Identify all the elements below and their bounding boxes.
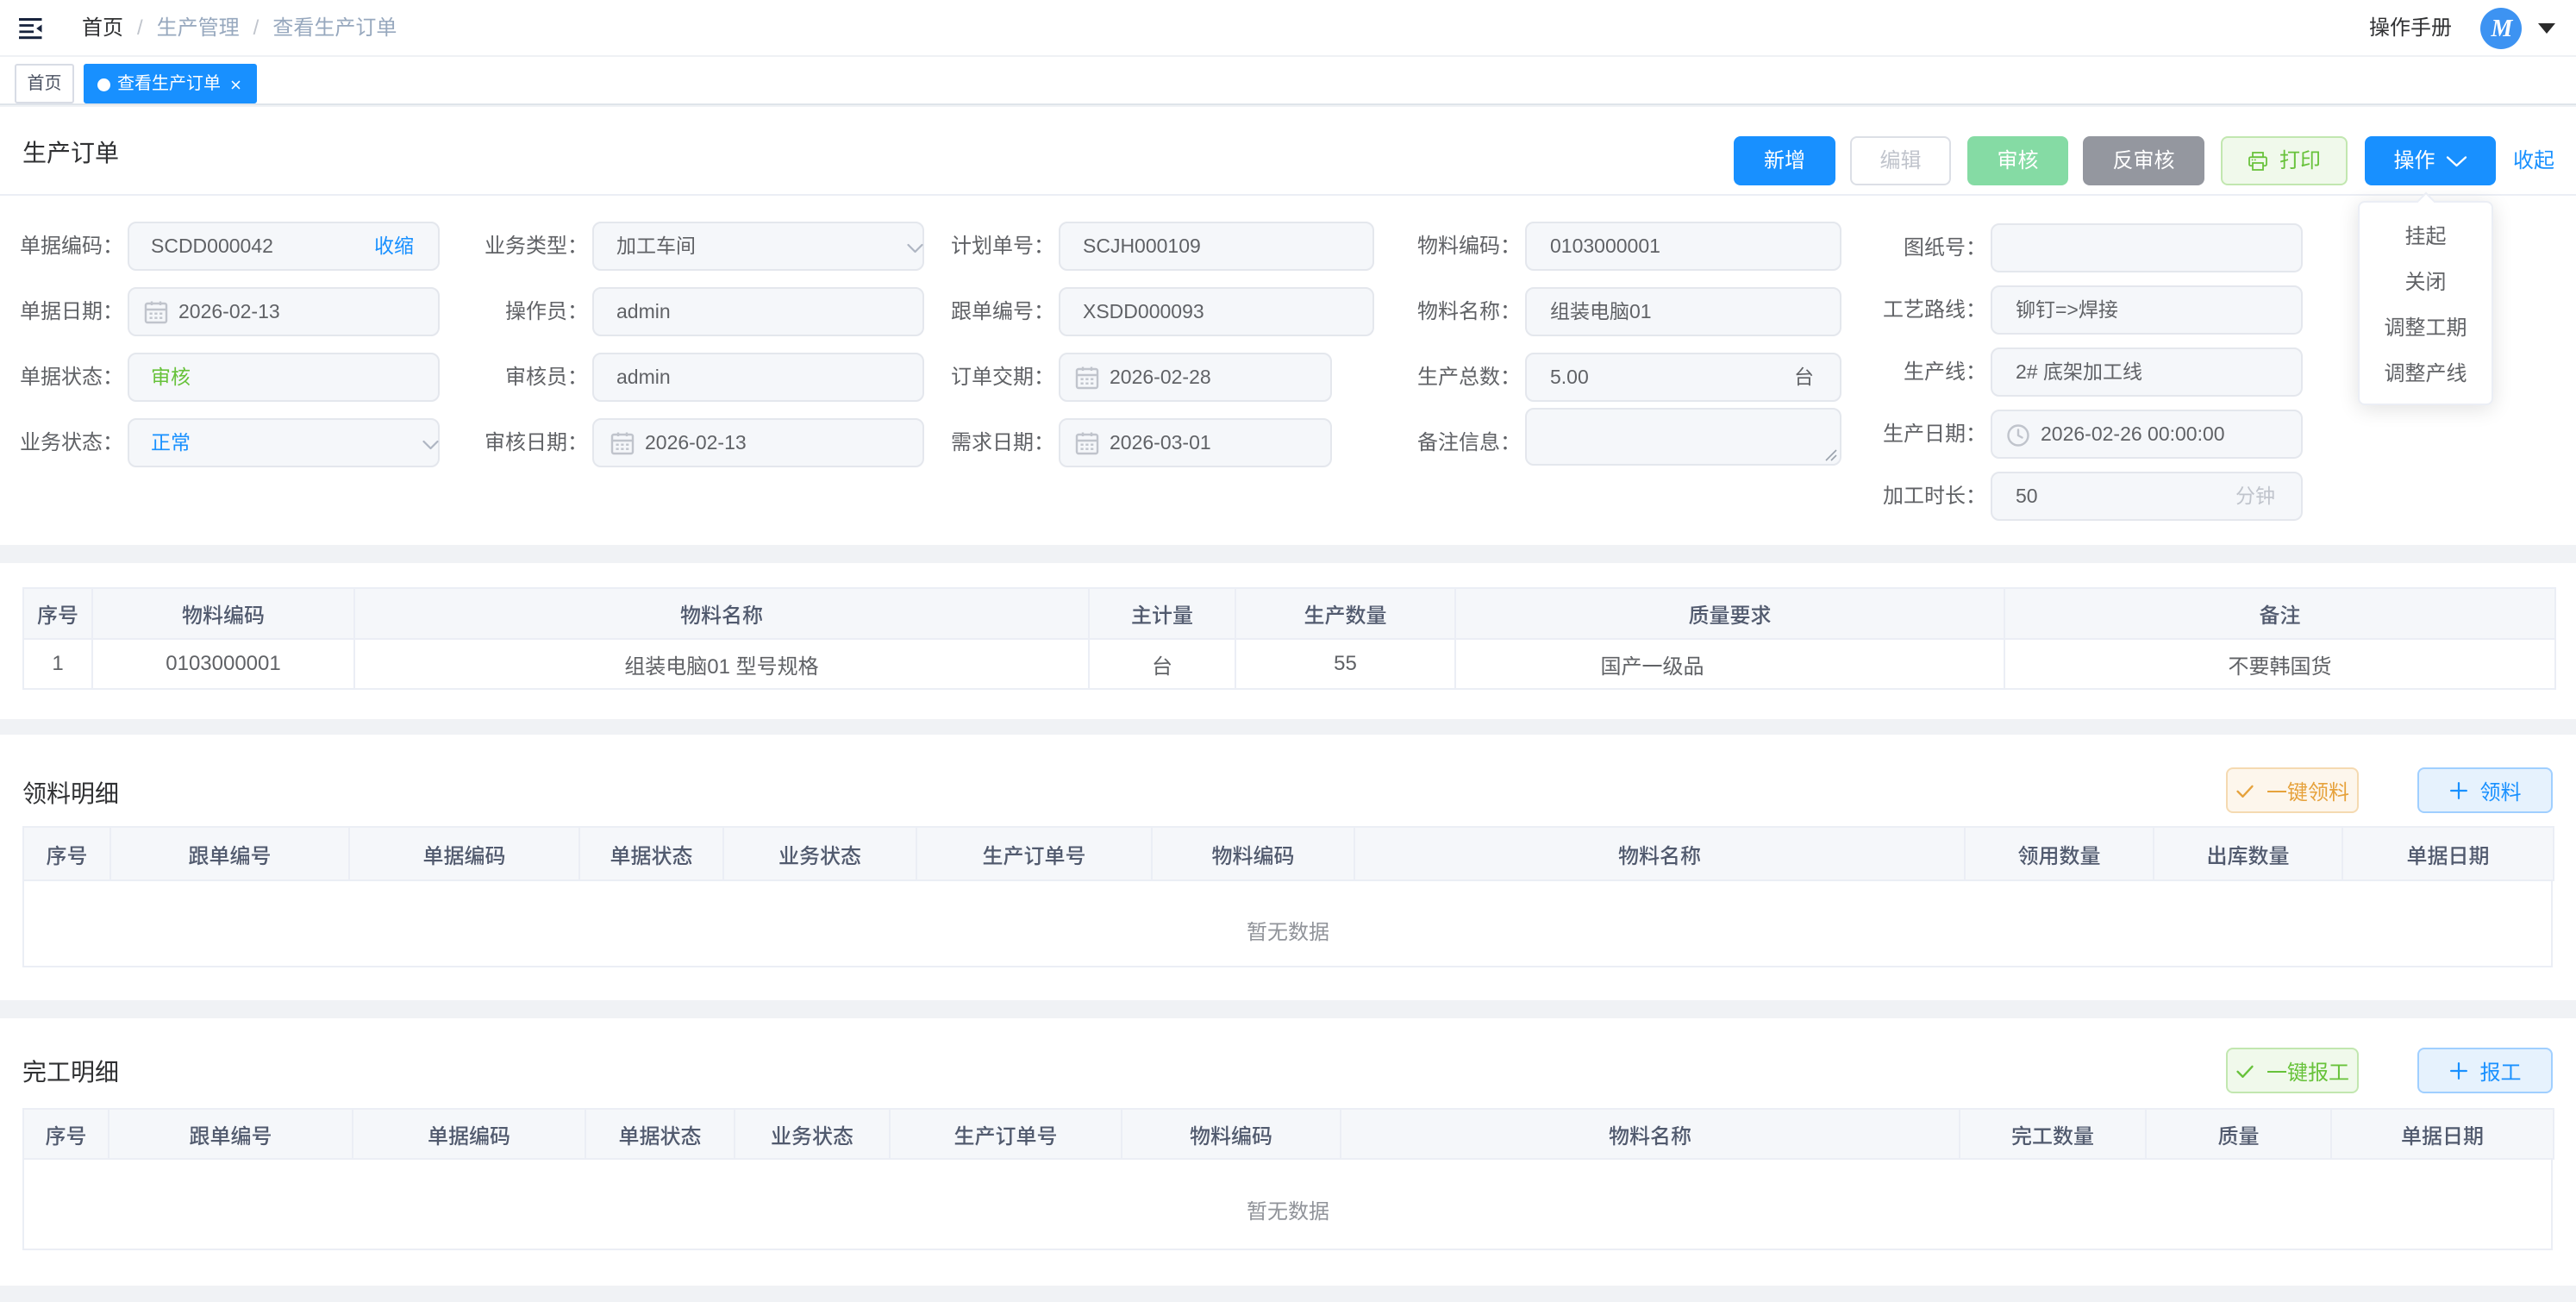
svg-text:M: M: [2491, 16, 2514, 42]
